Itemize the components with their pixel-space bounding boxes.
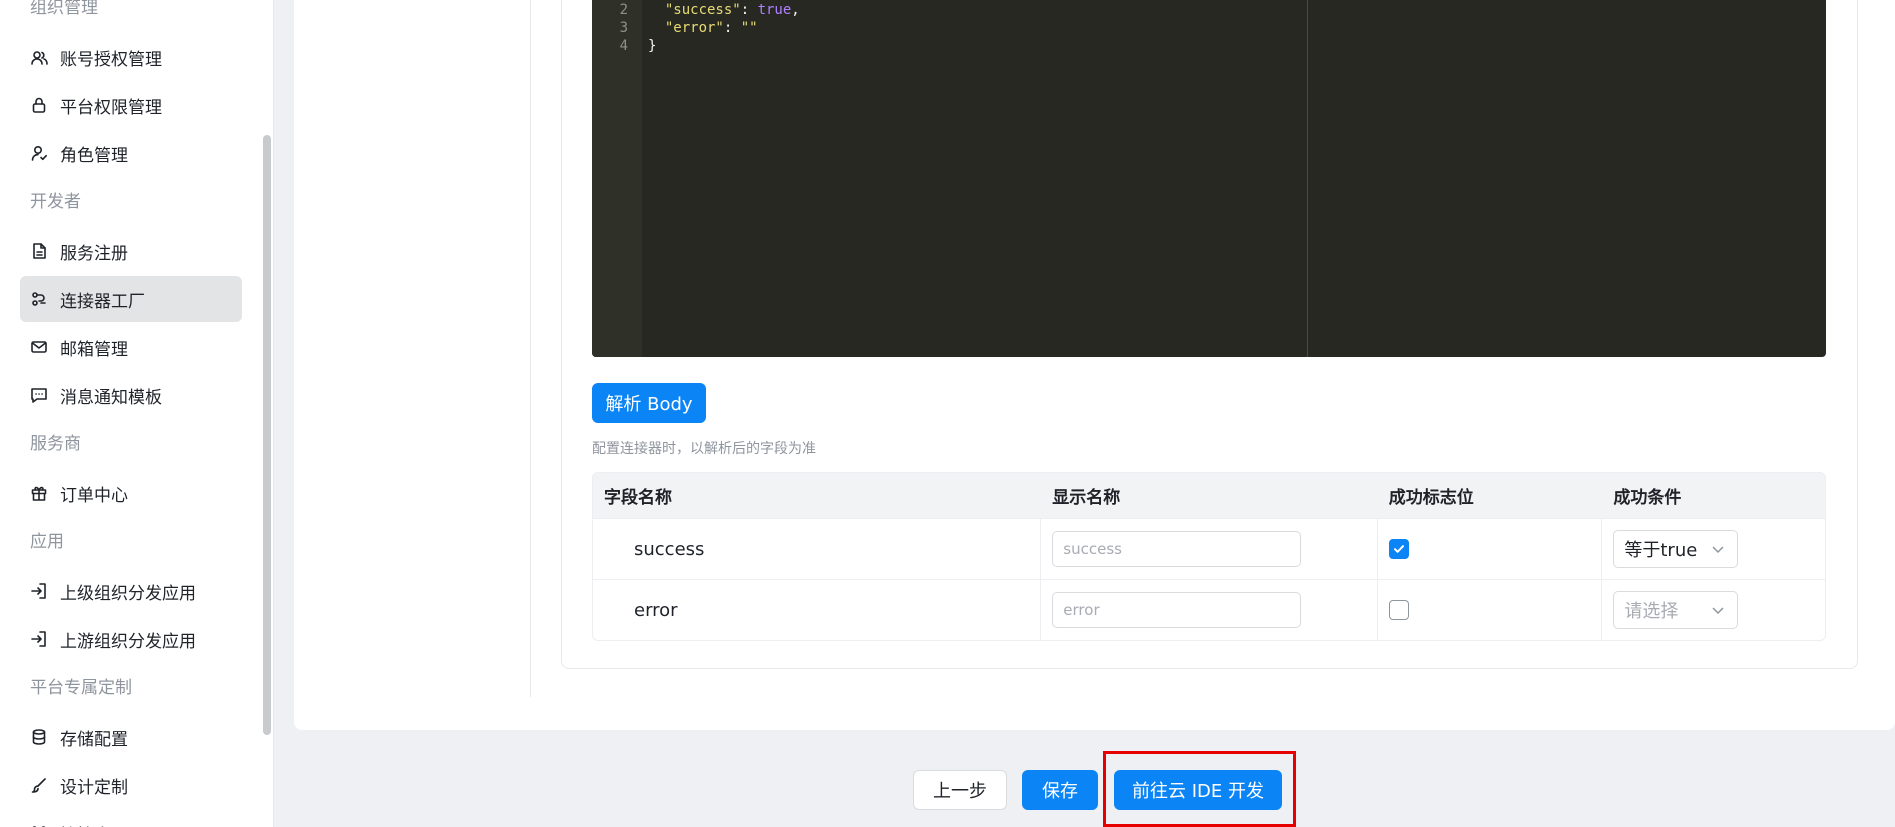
sidebar-item-label: 角色管理: [60, 145, 128, 166]
table-row: error error 请选择: [593, 579, 1825, 640]
display-name-cell: error: [1041, 580, 1378, 640]
display-name-input[interactable]: error: [1052, 592, 1302, 628]
code-editor[interactable]: 2 "success": true, 3 "error": "" 4}: [592, 0, 1826, 357]
success-condition-cell: 请选择: [1602, 580, 1825, 640]
code-punctuation: }: [648, 38, 657, 54]
header-success-flag: 成功标志位: [1388, 488, 1474, 508]
gift-icon: [30, 484, 48, 502]
display-name-input[interactable]: success: [1052, 531, 1302, 567]
document-icon: [30, 242, 48, 260]
sidebar-section-label: 开发者: [30, 192, 81, 212]
sidebar-item[interactable]: 订单中心: [20, 470, 242, 516]
code-value: "": [740, 20, 758, 36]
sidebar-item-label: 设计定制: [60, 777, 128, 798]
success-flag-cell: [1378, 580, 1603, 640]
sidebar-item[interactable]: 管控中心: [20, 810, 242, 827]
sidebar-section-label: 组织管理: [30, 0, 98, 18]
sidebar-item-label: 上游组织分发应用: [60, 631, 196, 652]
sidebar-item-label: 消息通知模板: [60, 387, 162, 408]
success-condition-select[interactable]: 请选择: [1613, 591, 1739, 629]
display-name-cell: success: [1041, 519, 1378, 579]
sidebar-scrollbar[interactable]: [263, 135, 271, 735]
code-line: "success": true,: [648, 2, 800, 18]
header-field-name: 字段名称: [604, 488, 672, 508]
divider: [530, 0, 531, 697]
code-separator: :: [740, 2, 758, 18]
users-icon: [30, 48, 48, 66]
table-row: success success 等于true: [593, 518, 1825, 579]
sidebar-item-label: 服务注册: [60, 243, 128, 264]
check-icon: [1393, 545, 1404, 553]
success-condition-select[interactable]: 等于true: [1613, 530, 1739, 568]
parse-body-button[interactable]: 解析 Body: [592, 383, 706, 423]
sidebar-section-label: 服务商: [30, 434, 81, 454]
sidebar-item[interactable]: 消息通知模板: [20, 372, 242, 418]
sidebar-item[interactable]: 连接器工厂: [20, 276, 242, 322]
sidebar-item-label: 存储配置: [60, 729, 128, 750]
header-success-condition: 成功条件: [1613, 488, 1682, 508]
sidebar-item[interactable]: 上游组织分发应用: [20, 616, 242, 662]
code-value: true: [757, 2, 792, 18]
code-key: "error": [664, 20, 724, 36]
sidebar-item-label: 上级组织分发应用: [60, 583, 196, 604]
sidebar-menu: 组织管理账号授权管理 平台权限管理 角色管理开发者服务注册连接器工厂邮箱管理消息通知…: [0, 0, 262, 827]
fields-table: 字段名称 显示名称 成功标志位 成功条件 success success 等于tru…: [592, 472, 1826, 641]
message-icon: [30, 386, 48, 404]
sidebar-item[interactable]: 角色管理: [20, 130, 242, 176]
save-button[interactable]: 保存: [1022, 770, 1098, 810]
highlight-box: [1103, 751, 1296, 827]
database-icon: [30, 728, 48, 746]
success-flag-checkbox[interactable]: [1388, 539, 1409, 559]
user-role-icon: [30, 144, 48, 162]
field-name-cell: error: [593, 580, 1042, 640]
line-number: 4: [619, 38, 628, 54]
code-line: }: [648, 38, 656, 54]
success-flag-cell: [1378, 519, 1603, 579]
parse-hint-text: 配置连接器时，以解析后的字段为准: [592, 441, 816, 457]
editor-split-divider: [1307, 0, 1308, 357]
sidebar-item[interactable]: 服务注册: [20, 228, 242, 274]
sidebar-item-label: 平台权限管理: [60, 97, 162, 118]
code-line: "error": "": [648, 20, 758, 36]
login-icon: [30, 582, 48, 600]
mail-icon: [30, 338, 48, 356]
sidebar-item-label: 连接器工厂: [60, 291, 145, 312]
previous-step-button[interactable]: 上一步: [913, 770, 1007, 810]
select-value: 等于true: [1624, 540, 1698, 561]
code-punctuation: ,: [791, 2, 800, 18]
sidebar-section-label: 应用: [30, 532, 64, 552]
success-flag-checkbox[interactable]: [1388, 600, 1409, 620]
sidebar-item[interactable]: 上级组织分发应用: [20, 568, 242, 614]
field-name-cell: success: [593, 519, 1042, 579]
line-number: 3: [619, 20, 628, 36]
sidebar-item-label: 邮箱管理: [60, 339, 128, 360]
sidebar-item-label: 管控中心: [60, 821, 128, 827]
chevron-down-icon: [1712, 607, 1724, 615]
login-icon: [30, 630, 48, 648]
sidebar-item[interactable]: 存储配置: [20, 714, 242, 760]
sidebar-item[interactable]: 平台权限管理: [20, 82, 242, 128]
brush-icon: [30, 776, 48, 794]
sidebar-item[interactable]: 账号授权管理: [20, 34, 242, 80]
table-header: 字段名称 显示名称 成功标志位 成功条件: [593, 473, 1825, 518]
select-value: 请选择: [1624, 601, 1679, 622]
line-number: 2: [619, 2, 628, 18]
chevron-down-icon: [1712, 546, 1724, 554]
sidebar-item[interactable]: 邮箱管理: [20, 324, 242, 370]
sidebar-item[interactable]: 设计定制: [20, 762, 242, 808]
success-condition-cell: 等于true: [1602, 519, 1825, 579]
connector-icon: [30, 290, 48, 308]
sidebar-item-label: 订单中心: [60, 485, 128, 506]
sidebar-item-label: 账号授权管理: [60, 49, 162, 70]
sidebar: 组织管理账号授权管理 平台权限管理 角色管理开发者服务注册连接器工厂邮箱管理消息通知…: [0, 0, 274, 827]
code-key: "success": [664, 2, 741, 18]
header-display-name: 显示名称: [1052, 488, 1121, 508]
code-separator: :: [723, 20, 741, 36]
sidebar-section-label: 平台专属定制: [30, 678, 132, 698]
lock-icon: [30, 96, 48, 114]
